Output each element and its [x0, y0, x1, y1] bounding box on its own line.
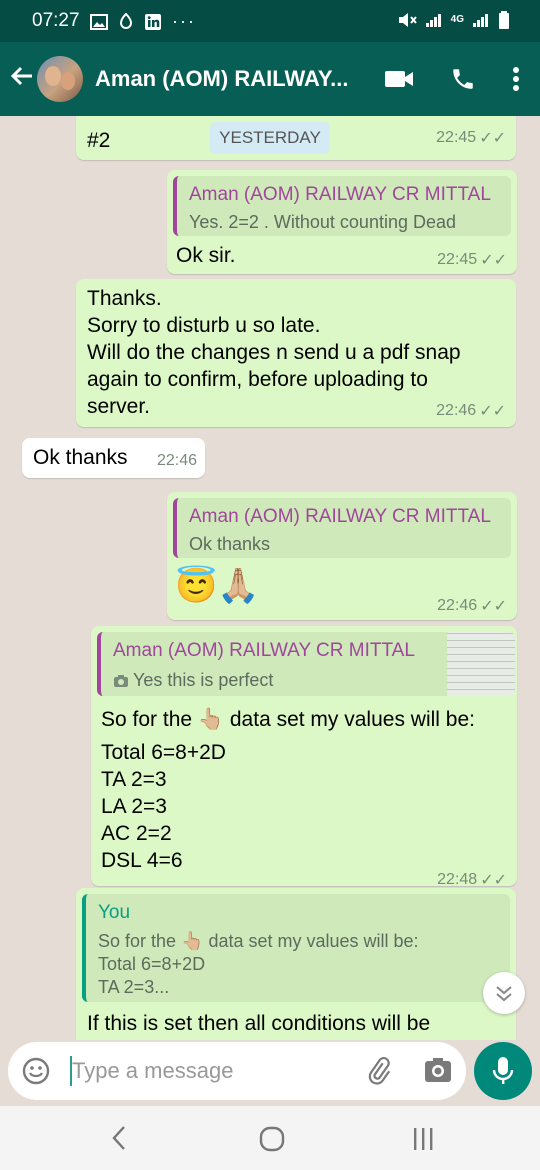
message-line: server.: [87, 395, 151, 418]
emoji-text: 😇🙏🏼: [175, 567, 260, 605]
read-ticks-icon: ✓✓: [480, 252, 507, 269]
message-bubble[interactable]: Aman (AOM) RAILWAY CR MITTAL Yes. 2=2 . …: [167, 170, 517, 274]
battery-icon: [499, 11, 509, 29]
read-ticks-icon: ✓✓: [479, 130, 506, 147]
phone-icon[interactable]: [450, 66, 476, 92]
linkedin-icon: [145, 13, 161, 30]
mute-icon: [398, 13, 417, 27]
message-line: LA 2=3: [101, 795, 167, 818]
quoted-line: Total 6=8+2D: [98, 954, 206, 974]
message-line: TA 2=3: [101, 768, 167, 791]
message-time: 22:46: [156, 452, 197, 469]
signal-icon: [425, 14, 441, 27]
avatar[interactable]: [37, 56, 83, 102]
read-ticks-icon: ✓✓: [479, 403, 506, 420]
quoted-message[interactable]: Aman (AOM) RAILWAY CR MITTAL Yes. 2=2 . …: [173, 176, 511, 236]
message-time: 22:48: [437, 871, 478, 888]
signal-icon-2: [473, 14, 488, 27]
quoted-line: So for the 👆🏼 data set my values will be…: [98, 931, 419, 951]
message-line: again to confirm, before uploading to: [87, 368, 428, 391]
quoted-message[interactable]: You So for the 👆🏼 data set my values wil…: [82, 894, 510, 1002]
quoted-sender: Aman (AOM) RAILWAY CR MITTAL: [189, 506, 491, 527]
quoted-image-thumbnail[interactable]: [447, 632, 515, 696]
message-time: 22:45: [437, 251, 478, 268]
camera-icon: [114, 674, 128, 687]
message-text: If this is set then all conditions will …: [87, 1012, 431, 1035]
quoted-sender: You: [98, 902, 131, 923]
message-time: 22:45: [436, 129, 477, 146]
message-text: Ok thanks: [33, 446, 128, 469]
hands-icon: [119, 12, 133, 29]
gallery-icon: [90, 13, 108, 30]
quoted-sender: Aman (AOM) RAILWAY CR MITTAL: [113, 640, 415, 661]
message-bubble[interactable]: Thanks. Sorry to disturb u so late. Will…: [76, 279, 516, 427]
message-line: Sorry to disturb u so late.: [87, 314, 321, 337]
chat-area[interactable]: #2 22:45 ✓✓ YESTERDAY Aman (AOM) RAILWAY …: [0, 116, 540, 1040]
double-chevron-down-icon: [496, 986, 512, 1002]
message-composer[interactable]: Type a message: [8, 1042, 466, 1100]
nav-back-icon[interactable]: [108, 1124, 130, 1152]
more-options-icon[interactable]: [512, 66, 520, 92]
message-text: Ok sir.: [176, 244, 236, 267]
message-bubble[interactable]: Aman (AOM) RAILWAY CR MITTAL Ok thanks 😇…: [167, 492, 517, 620]
read-ticks-icon: ✓✓: [480, 872, 507, 889]
emoji-icon[interactable]: [22, 1057, 50, 1085]
status-bar: 07:27 ··· 4G: [0, 0, 540, 42]
status-time: 07:27: [32, 10, 80, 31]
message-line: Total 6=8+2D: [101, 741, 226, 764]
voice-message-button[interactable]: [474, 1042, 532, 1100]
message-line: Thanks.: [87, 287, 162, 310]
message-line: Will do the changes n send u a pdf snap: [87, 341, 461, 364]
quoted-text: Yes this is perfect: [133, 670, 274, 690]
message-time: 22:46: [436, 402, 477, 419]
date-pill: YESTERDAY: [210, 122, 330, 154]
message-input[interactable]: Type a message: [72, 1058, 233, 1084]
scroll-to-bottom-button[interactable]: [483, 972, 525, 1014]
message-text: #2: [87, 129, 111, 152]
contact-name[interactable]: Aman (AOM) RAILWAY...: [95, 66, 348, 92]
message-line: DSL 4=6: [101, 849, 183, 872]
message-bubble[interactable]: You So for the 👆🏼 data set my values wil…: [76, 888, 516, 1040]
network-type: 4G: [450, 14, 464, 25]
quoted-sender: Aman (AOM) RAILWAY CR MITTAL: [189, 184, 491, 205]
read-ticks-icon: ✓✓: [480, 598, 507, 615]
attach-icon[interactable]: [364, 1056, 394, 1086]
message-bubble[interactable]: Aman (AOM) RAILWAY CR MITTAL Yes this is…: [91, 626, 517, 889]
quoted-text: Ok thanks: [189, 534, 271, 554]
message-time: 22:46: [437, 597, 478, 614]
system-navigation-bar: [0, 1106, 540, 1170]
quoted-line: TA 2=3...: [98, 977, 170, 997]
message-line: AC 2=2: [101, 822, 172, 845]
chat-header: Aman (AOM) RAILWAY...: [0, 42, 540, 116]
nav-recents-icon[interactable]: [410, 1126, 436, 1152]
quoted-message[interactable]: Aman (AOM) RAILWAY CR MITTAL Yes this is…: [97, 632, 515, 696]
quoted-text: Yes. 2=2 . Without counting Dead: [189, 212, 457, 232]
more-notifications-icon: ···: [172, 11, 196, 31]
nav-home-icon[interactable]: [258, 1125, 286, 1153]
quoted-message[interactable]: Aman (AOM) RAILWAY CR MITTAL Ok thanks: [173, 498, 511, 558]
back-arrow-icon[interactable]: [8, 62, 36, 90]
camera-icon[interactable]: [424, 1057, 452, 1083]
message-line: So for the 👆🏼 data set my values will be…: [101, 708, 475, 731]
message-bubble-incoming[interactable]: Ok thanks 22:46: [22, 438, 205, 478]
video-call-icon[interactable]: [384, 68, 414, 90]
microphone-icon: [492, 1057, 514, 1084]
